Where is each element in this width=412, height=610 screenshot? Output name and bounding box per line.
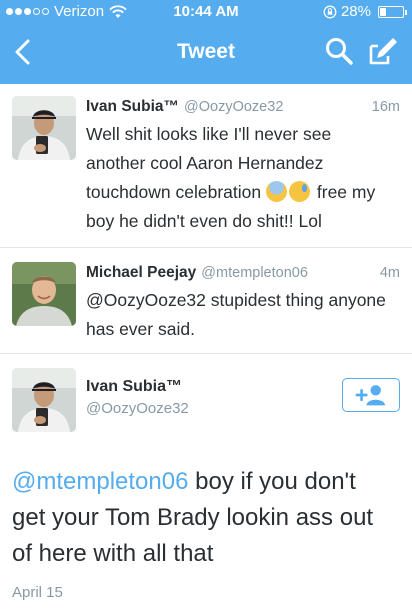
tweet-text-line: @OozyOoze32 stupidest thing anyone bbox=[86, 290, 386, 310]
follow-user-icon bbox=[370, 385, 381, 396]
tweet-detail-line: @mtempleton06 boy if you don't bbox=[12, 464, 402, 500]
search-icon[interactable] bbox=[324, 36, 354, 66]
tweet-text: Well shit looks like I'll never see anot… bbox=[86, 120, 402, 236]
author-name[interactable]: Ivan Subia™ bbox=[86, 98, 179, 115]
tweet-detail: Ivan Subia™ @OozyOoze32 @mtempleton06 bo… bbox=[0, 354, 412, 610]
author-handle[interactable]: @OozyOoze32 bbox=[86, 400, 189, 417]
tweet-text-line: touchdown celebration free my bbox=[86, 178, 402, 207]
author-handle[interactable]: @mtempleton06 bbox=[201, 265, 308, 281]
author-name[interactable]: Ivan Subia™ bbox=[86, 378, 182, 396]
tweet-detail-line: get your Tom Brady lookin ass out bbox=[12, 504, 374, 531]
status-bar: Verizon 10:44 AM 28% bbox=[0, 0, 412, 22]
tweet-text-segment: touchdown celebration bbox=[86, 182, 262, 202]
tweet-text-line: another cool Aaron Hernandez bbox=[86, 153, 324, 173]
tweet-text: @OozyOoze32 stupidest thing anyone has e… bbox=[86, 286, 402, 344]
tweet-detail-line: of here with all that bbox=[12, 540, 214, 567]
tweet-age: 16m bbox=[371, 99, 400, 115]
tweet-header: Michael Peejay @mtempleton06 bbox=[86, 264, 400, 282]
tweet-text-line: boy he didn't even do shit!! Lol bbox=[86, 211, 322, 231]
tweet-date: April 15 bbox=[12, 584, 63, 601]
top-bar: Verizon 10:44 AM 28% Tweet bbox=[0, 0, 412, 84]
orientation-lock-icon bbox=[323, 5, 337, 18]
battery-percent: 28% bbox=[340, 3, 371, 20]
avatar[interactable] bbox=[12, 262, 76, 326]
tweet-age: 4m bbox=[379, 265, 400, 281]
author-handle[interactable]: @OozyOoze32 bbox=[184, 99, 283, 115]
author-name[interactable]: Michael Peejay bbox=[86, 264, 196, 281]
nav-bar: Tweet bbox=[0, 22, 412, 84]
tweet-text-line: Well shit looks like I'll never see bbox=[86, 124, 332, 144]
battery-icon bbox=[378, 5, 407, 18]
fearful-face-emoji bbox=[266, 181, 287, 202]
tweet-text-segment: free my bbox=[316, 182, 376, 202]
battery-info: 28% bbox=[323, 3, 407, 20]
tweet-item[interactable]: Ivan Subia™ @OozyOoze32 16m Well shit loo… bbox=[0, 84, 412, 248]
avatar[interactable] bbox=[12, 368, 76, 432]
follow-button[interactable] bbox=[342, 378, 400, 412]
avatar[interactable] bbox=[12, 96, 76, 160]
compose-icon[interactable] bbox=[366, 34, 400, 68]
cold-sweat-face-emoji bbox=[289, 181, 310, 202]
tweet-header: Ivan Subia™ @OozyOoze32 bbox=[86, 98, 400, 116]
mention-link[interactable]: @mtempleton06 bbox=[12, 468, 188, 495]
tweet-text-line: has ever said. bbox=[86, 319, 195, 339]
tweet-detail-text: @mtempleton06 boy if you don't get your … bbox=[12, 464, 402, 572]
tweet-detail-segment: boy if you don't bbox=[188, 468, 356, 495]
tweet-item[interactable]: Michael Peejay @mtempleton06 4m @OozyOoze… bbox=[0, 248, 412, 354]
